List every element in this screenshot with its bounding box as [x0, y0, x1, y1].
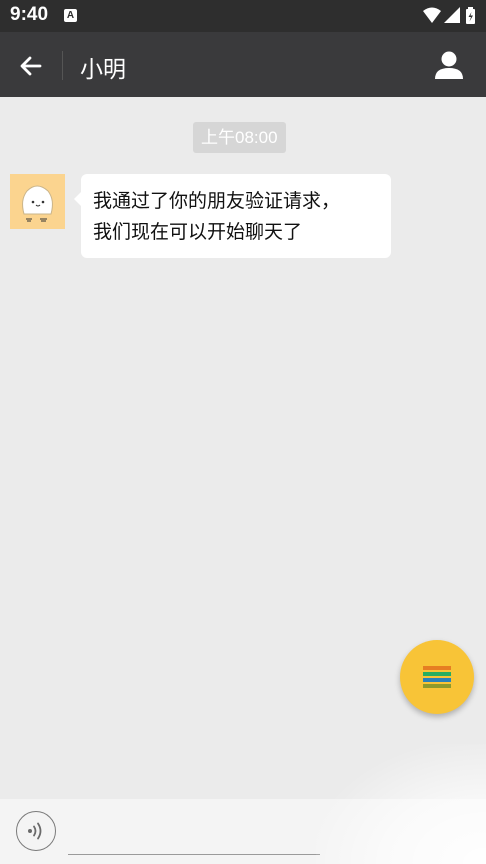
chat-title: 小明: [80, 57, 126, 83]
signal-icon: [444, 7, 460, 23]
bubble-tail: [74, 192, 81, 206]
voice-icon: [28, 822, 42, 840]
voice-button[interactable]: [16, 811, 56, 851]
message-line-2: 我们现在可以开始聊天了: [93, 221, 303, 243]
cartoon-bun-avatar: [22, 185, 53, 222]
arrow-left-icon: [20, 56, 42, 76]
wifi-icon: [423, 7, 441, 23]
status-time: 9:40: [10, 4, 49, 25]
a-notification-icon: A: [64, 9, 77, 22]
person-icon: [435, 51, 463, 79]
app-bar-divider: [62, 51, 63, 80]
status-bar: 9:40 A: [0, 0, 486, 32]
status-icons: [422, 6, 478, 26]
profile-button[interactable]: [432, 49, 466, 83]
message-bubble[interactable]: 我通过了你的朋友验证请求， 我们现在可以开始聊天了: [74, 174, 391, 258]
app-bar: 小明: [0, 32, 486, 97]
friend-avatar[interactable]: [10, 174, 65, 229]
menu-lines-icon: [423, 666, 451, 688]
input-bar: [0, 799, 486, 864]
menu-fab-button[interactable]: [400, 640, 474, 714]
battery-icon: [466, 7, 475, 24]
input-underline: [68, 854, 320, 855]
message-line-1: 我通过了你的朋友验证请求，: [93, 190, 341, 212]
message-input[interactable]: [68, 813, 320, 853]
back-button[interactable]: [14, 49, 48, 83]
message-timestamp: 上午08:00: [193, 122, 286, 153]
